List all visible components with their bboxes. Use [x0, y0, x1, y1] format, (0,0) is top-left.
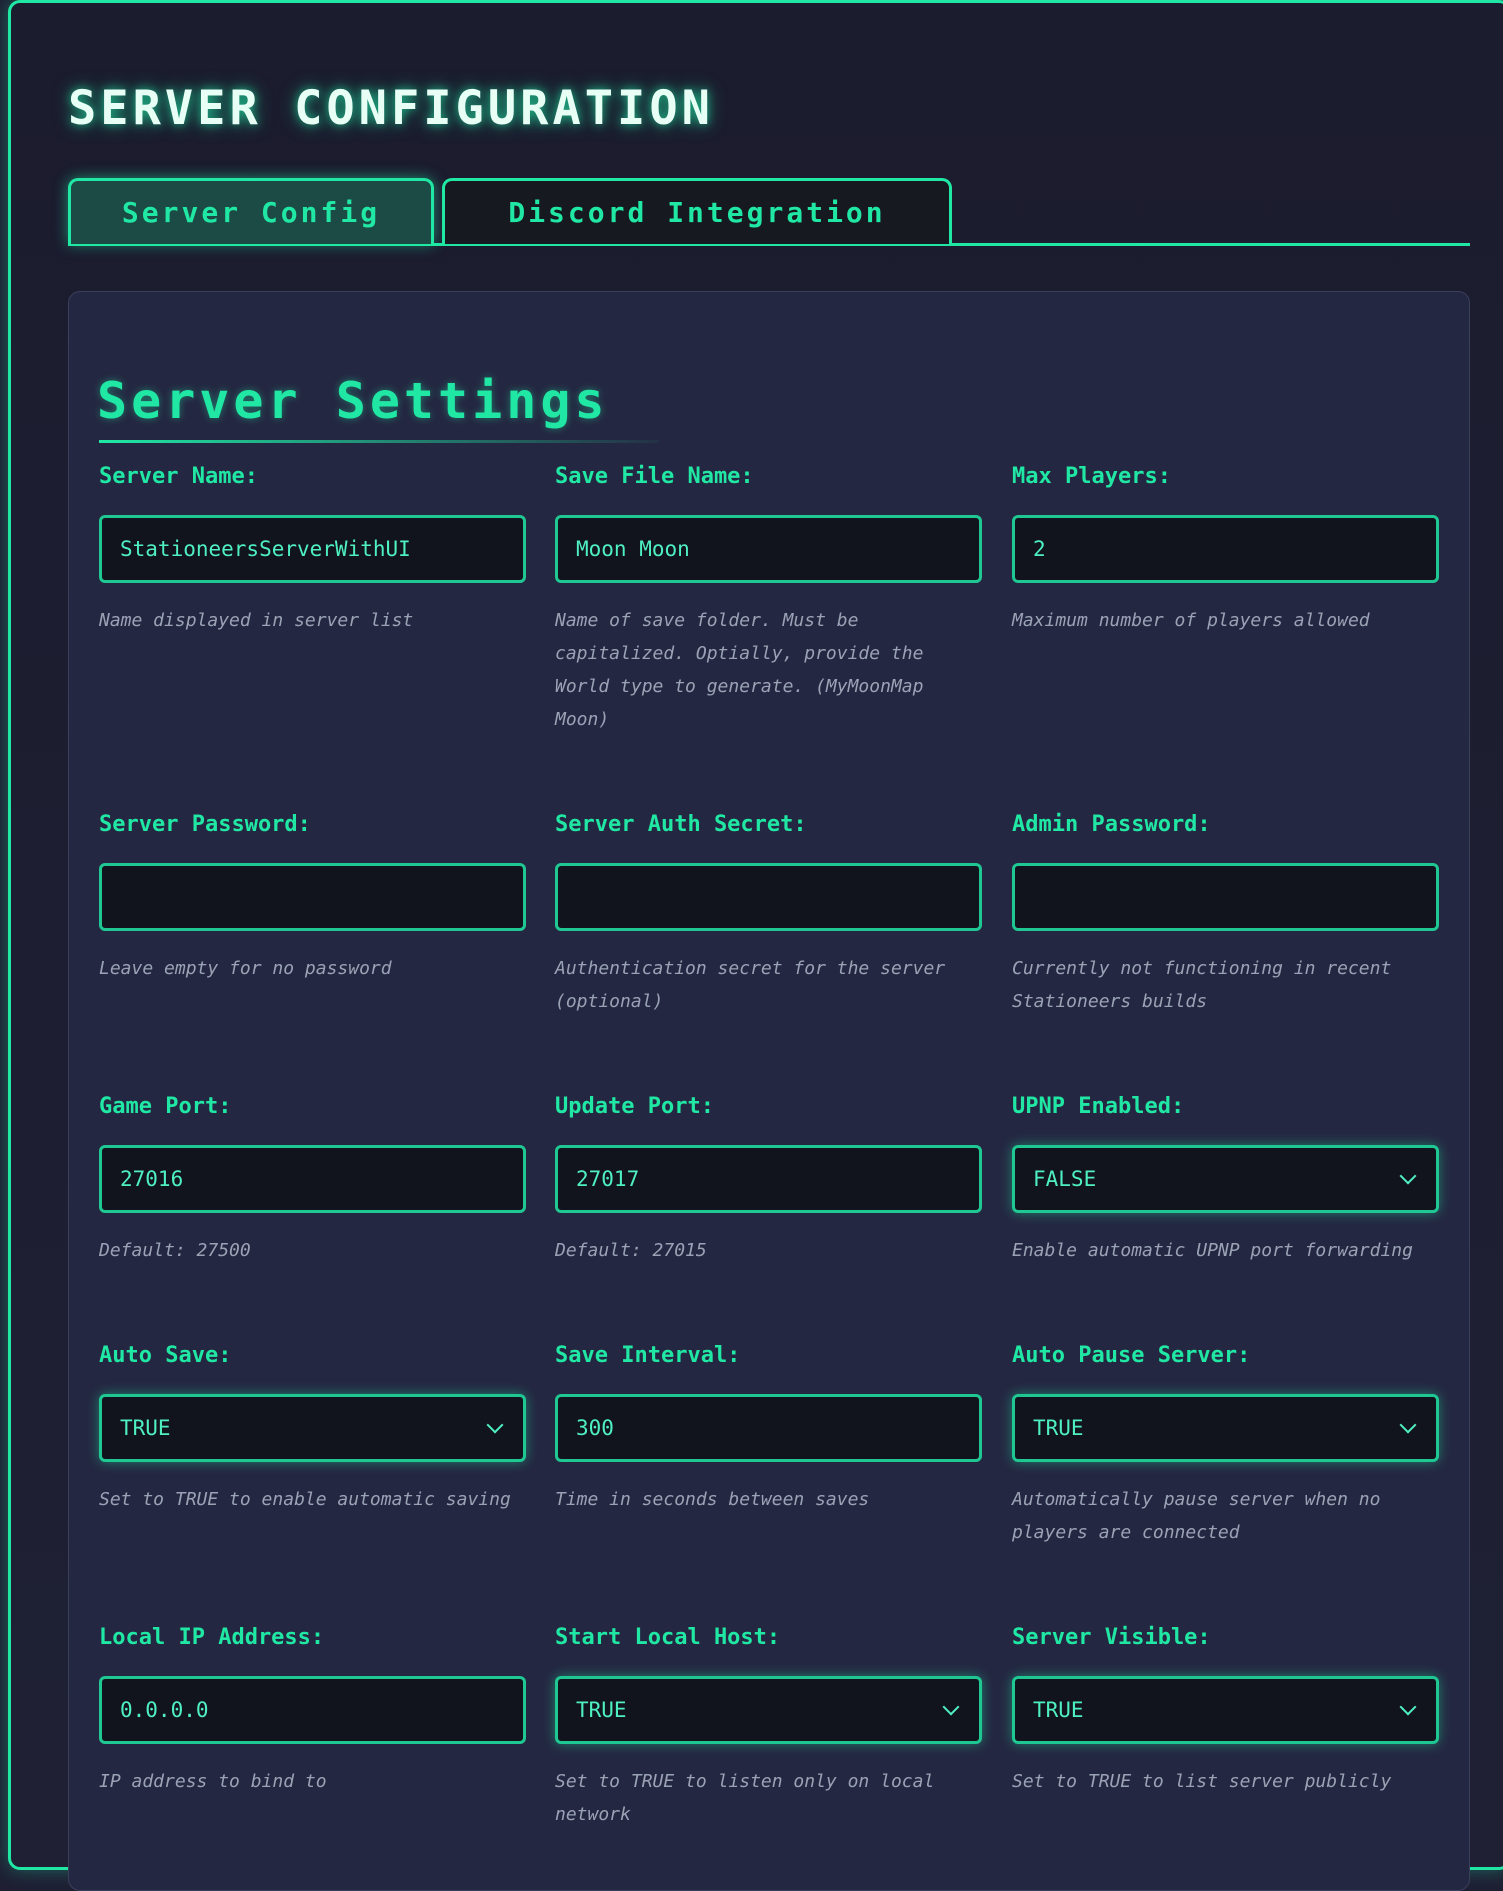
admin-password-help: Currently not functioning in recent Stat…	[1012, 958, 1392, 1012]
update-port-label: Update Port:	[555, 1094, 714, 1119]
max-players-input[interactable]: 2	[1012, 515, 1439, 583]
chevron-down-icon	[1399, 1698, 1417, 1716]
local-ip-address-input[interactable]: 0.0.0.0	[99, 1676, 526, 1744]
local-ip-address-help: IP address to bind to	[99, 1771, 327, 1792]
game-port-label: Game Port:	[99, 1094, 232, 1119]
field-server-password: Server Password: Leave empty for no pass…	[99, 810, 526, 979]
section-title: Server Settings	[97, 372, 609, 430]
save-file-name-input[interactable]: Moon Moon	[555, 515, 982, 583]
field-update-port: Update Port: 27017 Default: 27015	[555, 1092, 982, 1261]
auto-save-help: Set to TRUE to enable automatic saving	[99, 1489, 511, 1510]
field-max-players: Max Players: 2 Maximum number of players…	[1012, 462, 1439, 631]
server-settings-panel: Server Settings Server Name: Stationeers…	[68, 291, 1470, 1891]
game-port-input[interactable]: 27016	[99, 1145, 526, 1213]
field-auto-save: Auto Save: TRUE Set to TRUE to enable au…	[99, 1341, 526, 1510]
server-auth-secret-label: Server Auth Secret:	[555, 812, 807, 837]
field-game-port: Game Port: 27016 Default: 27500	[99, 1092, 526, 1261]
start-local-host-help: Set to TRUE to listen only on local netw…	[555, 1771, 935, 1825]
save-interval-label: Save Interval:	[555, 1343, 741, 1368]
server-visible-label: Server Visible:	[1012, 1625, 1211, 1650]
app-window: SERVER CONFIGURATION Server Config Disco…	[8, 0, 1503, 1891]
field-server-name: Server Name: StationeersServerWithUI Nam…	[99, 462, 526, 631]
upnp-enabled-select[interactable]: FALSE	[1012, 1145, 1439, 1213]
upnp-enabled-label: UPNP Enabled:	[1012, 1094, 1185, 1119]
chevron-down-icon	[486, 1416, 504, 1434]
server-auth-secret-input[interactable]	[555, 863, 982, 931]
field-server-auth-secret: Server Auth Secret: Authentication secre…	[555, 810, 982, 1012]
auto-pause-server-label: Auto Pause Server:	[1012, 1343, 1251, 1368]
chevron-down-icon	[942, 1698, 960, 1716]
field-auto-pause-server: Auto Pause Server: TRUE Automatically pa…	[1012, 1341, 1439, 1543]
upnp-enabled-value: FALSE	[1033, 1167, 1097, 1191]
field-admin-password: Admin Password: Currently not functionin…	[1012, 810, 1439, 1012]
server-visible-help: Set to TRUE to list server publicly	[1012, 1771, 1392, 1792]
max-players-help: Maximum number of players allowed	[1012, 610, 1370, 631]
admin-password-label: Admin Password:	[1012, 812, 1211, 837]
local-ip-address-label: Local IP Address:	[99, 1625, 325, 1650]
section-underline	[99, 440, 659, 443]
server-name-help: Name displayed in server list	[99, 610, 414, 631]
field-server-visible: Server Visible: TRUE Set to TRUE to list…	[1012, 1623, 1439, 1792]
server-visible-value: TRUE	[1033, 1698, 1084, 1722]
tab-bar: Server Config Discord Integration	[68, 178, 1470, 246]
save-file-name-label: Save File Name:	[555, 464, 754, 489]
server-name-label: Server Name:	[99, 464, 258, 489]
save-file-name-help: Name of save folder. Must be capitalized…	[555, 610, 924, 730]
auto-save-value: TRUE	[120, 1416, 171, 1440]
start-local-host-select[interactable]: TRUE	[555, 1676, 982, 1744]
start-local-host-value: TRUE	[576, 1698, 627, 1722]
chevron-down-icon	[1399, 1167, 1417, 1185]
field-save-file-name: Save File Name: Moon Moon Name of save f…	[555, 462, 982, 730]
admin-password-input[interactable]	[1012, 863, 1439, 931]
auto-pause-server-select[interactable]: TRUE	[1012, 1394, 1439, 1462]
auto-save-label: Auto Save:	[99, 1343, 232, 1368]
update-port-input[interactable]: 27017	[555, 1145, 982, 1213]
auto-pause-server-help: Automatically pause server when no playe…	[1012, 1489, 1381, 1543]
game-port-help: Default: 27500	[99, 1240, 251, 1261]
server-password-label: Server Password:	[99, 812, 311, 837]
page-title: SERVER CONFIGURATION	[68, 81, 714, 136]
server-password-input[interactable]	[99, 863, 526, 931]
start-local-host-label: Start Local Host:	[555, 1625, 781, 1650]
save-interval-input[interactable]: 300	[555, 1394, 982, 1462]
server-password-help: Leave empty for no password	[99, 958, 392, 979]
tab-discord-integration[interactable]: Discord Integration	[442, 178, 952, 244]
server-name-input[interactable]: StationeersServerWithUI	[99, 515, 526, 583]
field-start-local-host: Start Local Host: TRUE Set to TRUE to li…	[555, 1623, 982, 1825]
update-port-help: Default: 27015	[555, 1240, 707, 1261]
tab-server-config[interactable]: Server Config	[68, 178, 434, 244]
field-save-interval: Save Interval: 300 Time in seconds betwe…	[555, 1341, 982, 1510]
chevron-down-icon	[1399, 1416, 1417, 1434]
server-visible-select[interactable]: TRUE	[1012, 1676, 1439, 1744]
auto-save-select[interactable]: TRUE	[99, 1394, 526, 1462]
server-auth-secret-help: Authentication secret for the server (op…	[555, 958, 946, 1012]
field-upnp-enabled: UPNP Enabled: FALSE Enable automatic UPN…	[1012, 1092, 1439, 1261]
upnp-enabled-help: Enable automatic UPNP port forwarding	[1012, 1240, 1413, 1261]
field-local-ip-address: Local IP Address: 0.0.0.0 IP address to …	[99, 1623, 526, 1792]
auto-pause-server-value: TRUE	[1033, 1416, 1084, 1440]
save-interval-help: Time in seconds between saves	[555, 1489, 870, 1510]
max-players-label: Max Players:	[1012, 464, 1171, 489]
